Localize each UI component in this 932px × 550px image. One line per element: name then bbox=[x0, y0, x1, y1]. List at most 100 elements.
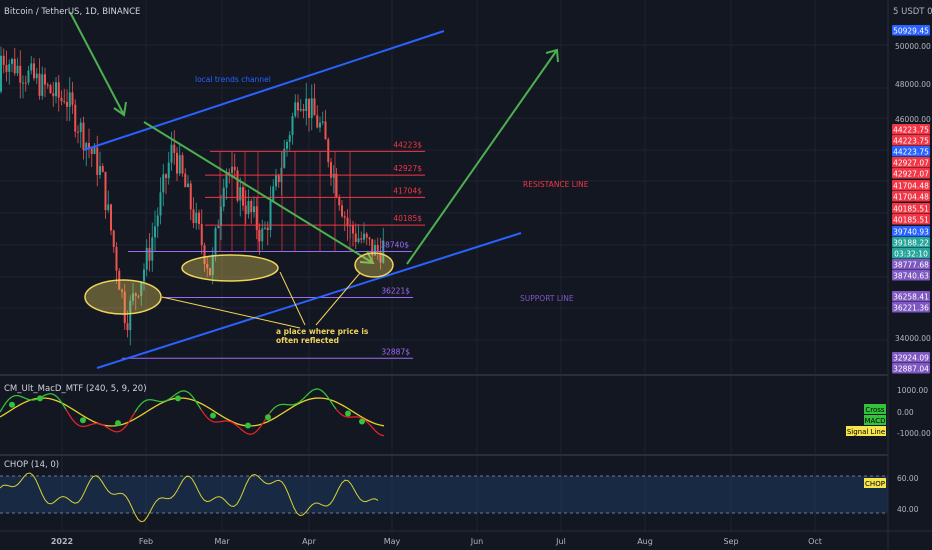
candle-body bbox=[288, 135, 291, 142]
support-label: SUPPORT LINE bbox=[520, 294, 574, 303]
macd-segment bbox=[344, 415, 349, 418]
candle-body bbox=[41, 74, 44, 96]
candle-body bbox=[310, 98, 313, 118]
candle-body bbox=[44, 74, 46, 85]
candle-body bbox=[35, 73, 38, 79]
time-tick: Oct bbox=[808, 537, 822, 546]
candle-body bbox=[57, 82, 60, 98]
candle-body bbox=[30, 63, 33, 71]
candle-body bbox=[250, 200, 253, 213]
candle-body bbox=[316, 115, 319, 128]
candle-body bbox=[154, 226, 156, 238]
chop-tick: 60.00 bbox=[897, 474, 919, 483]
macd-cross-dot bbox=[175, 395, 181, 402]
chop-panel-label[interactable]: CHOP (14, 0) bbox=[4, 460, 59, 470]
candle-body bbox=[192, 209, 195, 224]
candle-body bbox=[110, 204, 112, 231]
candle-body bbox=[308, 98, 310, 118]
macd-segment bbox=[26, 398, 31, 401]
candle-body bbox=[115, 246, 118, 271]
candle-body bbox=[363, 233, 365, 240]
level-label: 36221$ bbox=[381, 286, 410, 295]
macd-segment bbox=[32, 398, 37, 401]
candle-body bbox=[327, 139, 330, 163]
candle-body bbox=[79, 122, 82, 133]
candle-body bbox=[214, 228, 217, 255]
candle-body bbox=[82, 122, 85, 150]
macd-segment bbox=[98, 422, 103, 426]
candle-body bbox=[162, 174, 165, 193]
macd-cross-dot bbox=[9, 401, 15, 408]
macd-panel-label[interactable]: CM_Ult_MacD_MTF (240, 5, 9, 20) bbox=[4, 384, 147, 394]
price-badge-text: 40185.51 bbox=[893, 216, 929, 225]
time-tick: Apr bbox=[302, 537, 317, 546]
macd-cross-dot bbox=[210, 412, 216, 419]
candle-body bbox=[357, 238, 360, 242]
candle-body bbox=[101, 166, 104, 172]
time-tick: Jul bbox=[555, 537, 566, 546]
price-badge-text: 38777.68 bbox=[893, 261, 929, 270]
candle-body bbox=[187, 183, 189, 188]
macd-segment bbox=[218, 420, 223, 423]
level-label: 38740$ bbox=[380, 240, 409, 249]
price-badge-text: 41704.48 bbox=[893, 193, 929, 202]
price-badge-text: 32924.09 bbox=[893, 354, 929, 363]
candle-body bbox=[258, 229, 261, 242]
candle-body bbox=[332, 173, 335, 178]
candle-body bbox=[242, 187, 244, 206]
macd-cross-dot bbox=[265, 414, 271, 421]
candle-body bbox=[338, 196, 341, 206]
macd-segment bbox=[155, 400, 160, 403]
candle-body bbox=[5, 64, 8, 72]
currency-label[interactable]: 5 USDT 0 bbox=[893, 7, 932, 17]
candle-body bbox=[16, 65, 19, 74]
channel-label: local trends channel bbox=[195, 75, 271, 84]
reflection-zone-3[interactable] bbox=[354, 252, 394, 278]
time-tick: Aug bbox=[637, 537, 653, 546]
trading-chart[interactable]: 44223$ 42927$ 41704$ 40185$ 38740$ 36221$ 3288… bbox=[0, 0, 932, 550]
candle-body bbox=[112, 230, 115, 247]
candle-body bbox=[159, 192, 162, 216]
reflection-zone-1[interactable] bbox=[84, 279, 162, 315]
candle-body bbox=[104, 171, 107, 211]
time-tick: Mar bbox=[214, 537, 230, 546]
candle-body bbox=[52, 93, 55, 97]
candle-body bbox=[302, 108, 305, 112]
candle-body bbox=[269, 200, 272, 231]
candle-body bbox=[165, 174, 167, 179]
candle-body bbox=[55, 82, 57, 97]
candle-body bbox=[354, 233, 357, 242]
candle-body bbox=[66, 101, 68, 107]
candle-body bbox=[253, 206, 255, 213]
candle-body bbox=[299, 108, 302, 111]
macd-segment bbox=[116, 430, 121, 433]
chop-band bbox=[0, 476, 888, 513]
reflection-zone-2[interactable] bbox=[181, 254, 279, 282]
candle-body bbox=[68, 92, 71, 107]
price-badge-text: 50929.45 bbox=[893, 27, 929, 36]
candle-body bbox=[225, 172, 228, 188]
level-label: 32887$ bbox=[381, 347, 410, 356]
candle-body bbox=[93, 147, 96, 154]
macd-tick: 0.00 bbox=[897, 408, 914, 417]
macd-legend-text: MACD bbox=[865, 417, 886, 425]
macd-segment bbox=[356, 416, 361, 419]
chart-background bbox=[0, 0, 932, 550]
time-tick: Sep bbox=[723, 537, 738, 546]
candle-body bbox=[200, 223, 203, 246]
candle-body bbox=[324, 121, 327, 140]
macd-segment bbox=[92, 422, 97, 425]
candle-body bbox=[107, 204, 110, 211]
candle-body bbox=[261, 228, 264, 242]
candle-body bbox=[198, 212, 200, 224]
candle-body bbox=[156, 215, 159, 227]
price-tick: 48000.00 bbox=[895, 80, 931, 89]
note-line-2: often reflected bbox=[276, 336, 339, 345]
macd-segment bbox=[89, 423, 94, 426]
candle-body bbox=[24, 82, 27, 84]
candle-body bbox=[38, 73, 41, 96]
candle-body bbox=[2, 55, 5, 65]
candle-body bbox=[343, 216, 346, 218]
price-badge-text: 39740.93 bbox=[893, 228, 929, 237]
level-label: 41704$ bbox=[393, 186, 422, 195]
